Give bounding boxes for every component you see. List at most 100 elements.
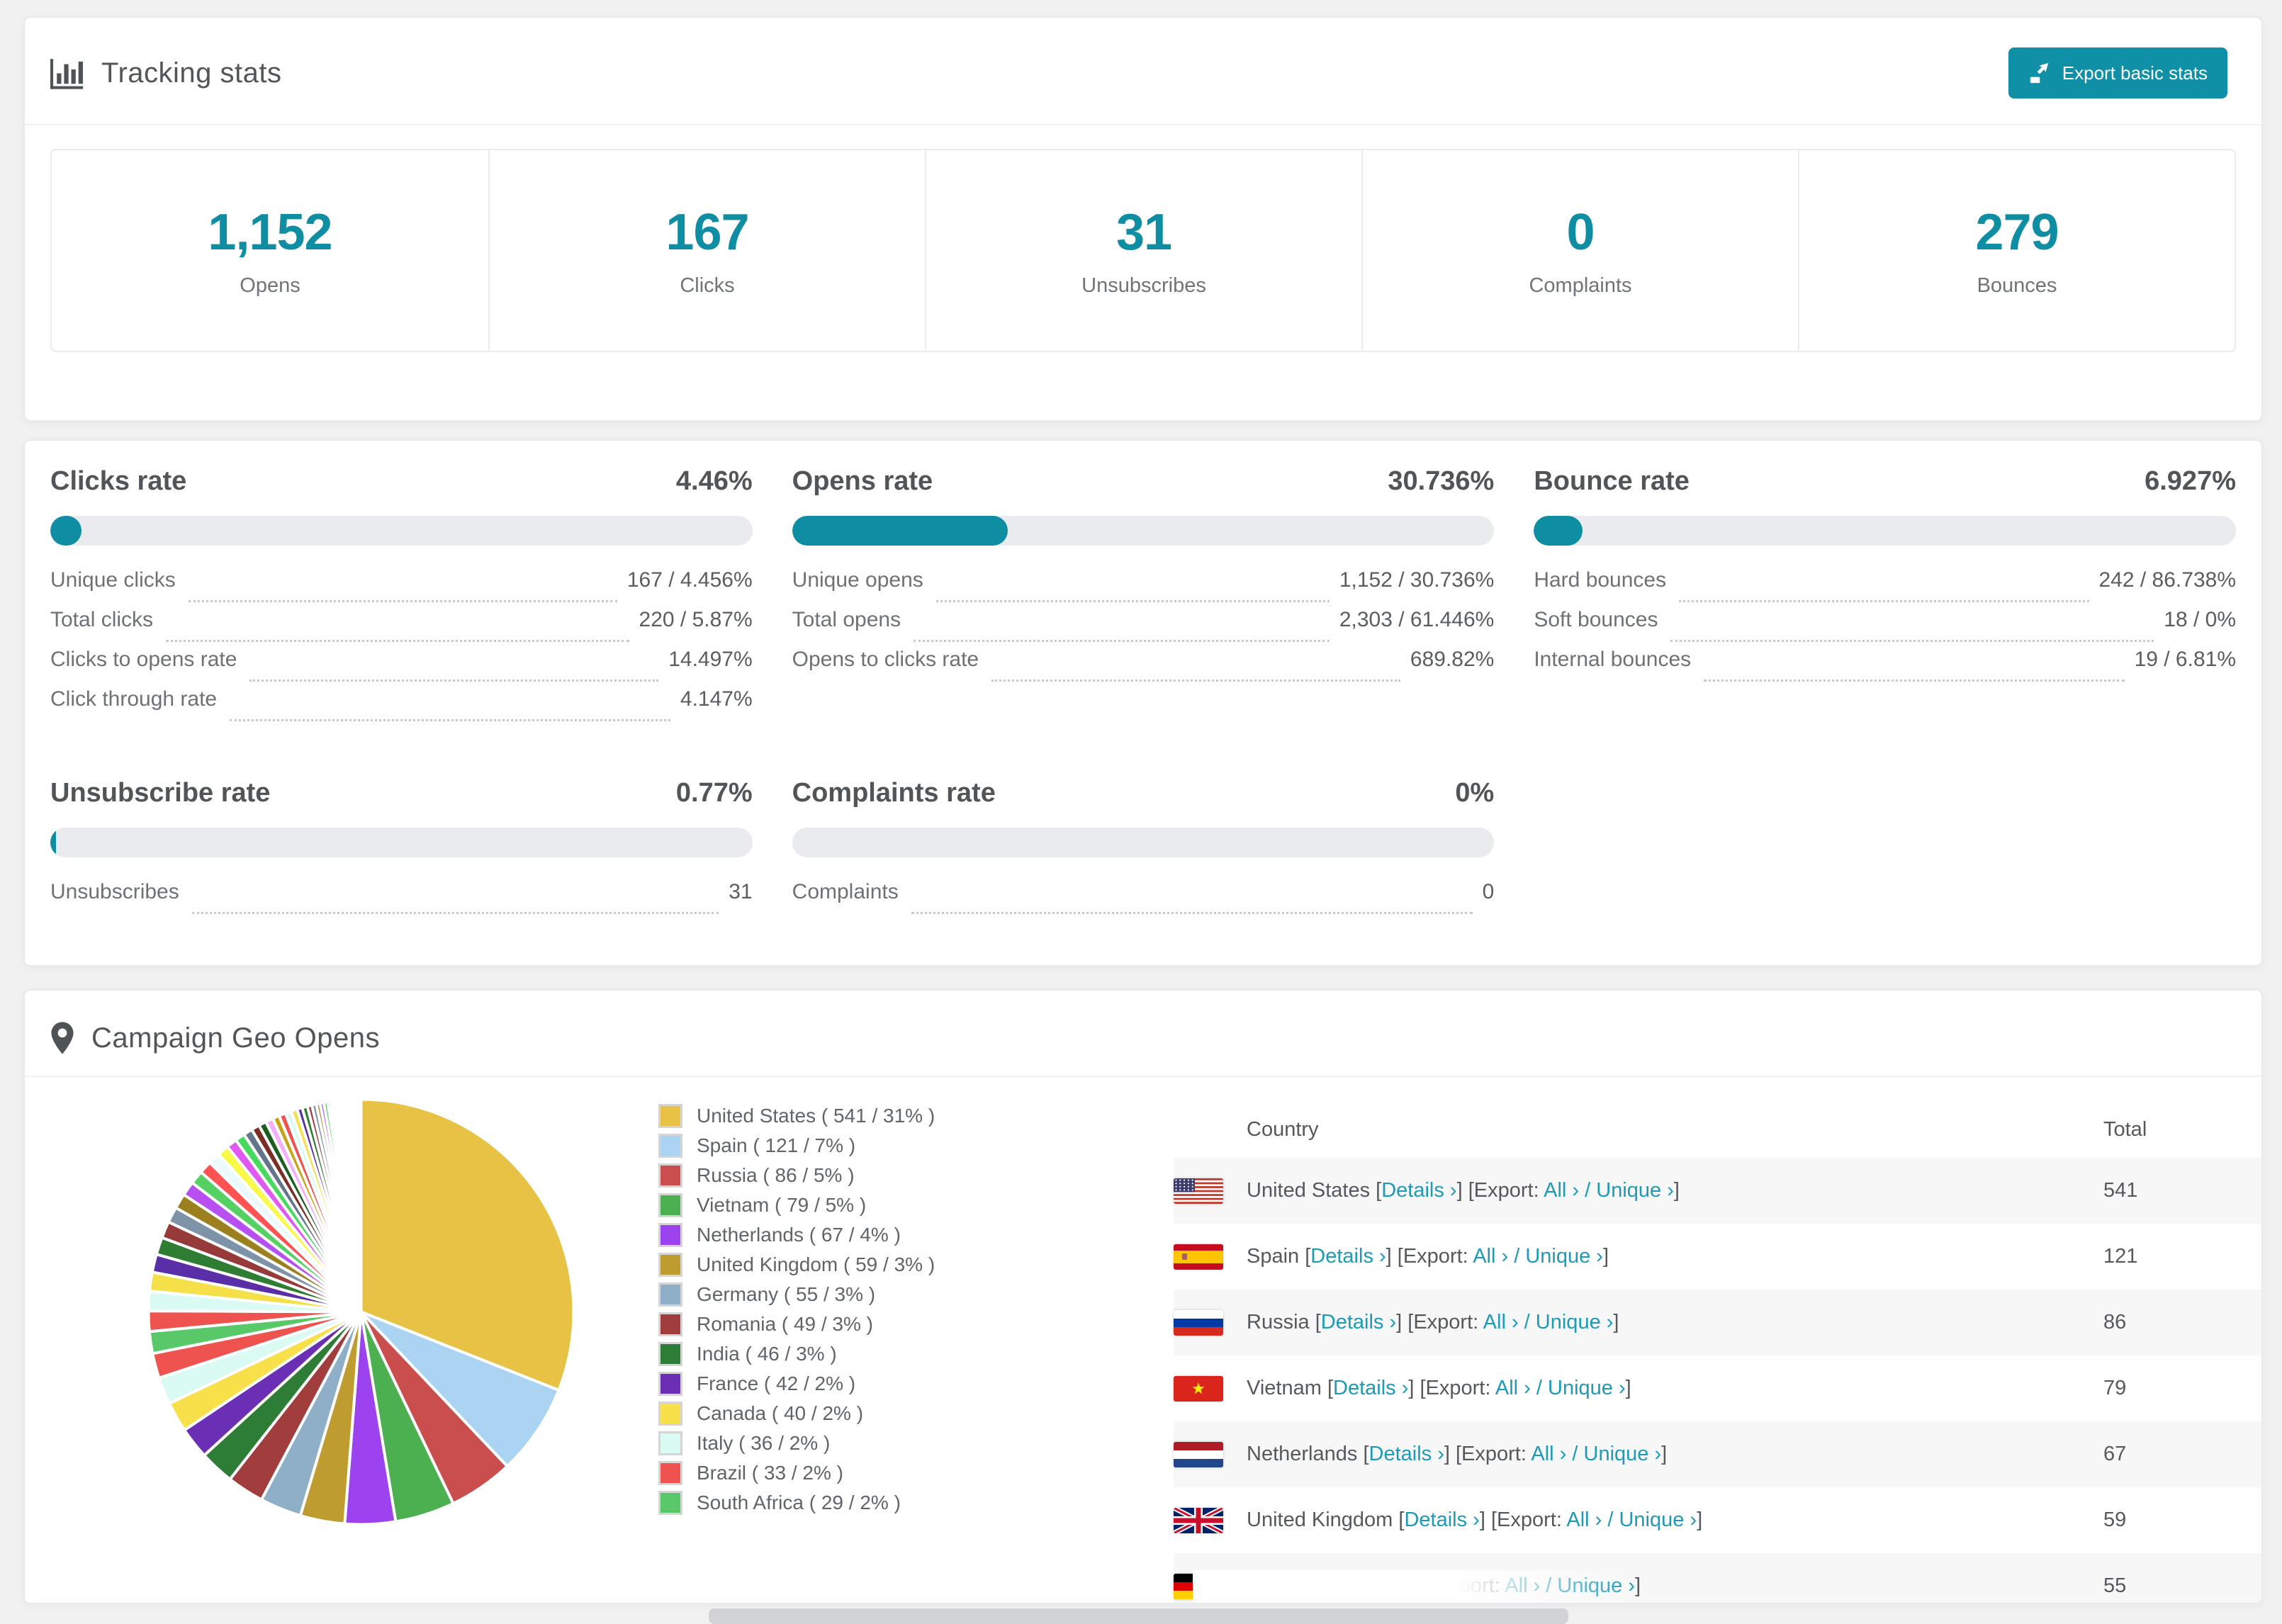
details-link[interactable]: Details › [1333,1377,1408,1399]
metric-row-hard-bounces: Hard bounces 242 / 86.738% [1534,568,2236,608]
details-link[interactable]: Details › [1381,1179,1456,1202]
legend-label: South Africa ( 29 / 2% ) [697,1492,901,1513]
metric-row-total-clicks: Total clicks 220 / 5.87% [50,608,753,648]
legend-item-netherlands[interactable]: Netherlands ( 67 / 4% ) [658,1220,1174,1250]
geo-table-row-germany: Germany [Details ›] [Export: All › / Uni… [1174,1553,2261,1603]
legend-label: Canada ( 40 / 2% ) [697,1402,864,1424]
geo-table-row-netherlands: Netherlands [Details ›] [Export: All › /… [1174,1421,2261,1487]
campaign-geo-opens-card: Campaign Geo Opens United States ( 541 /… [23,989,2263,1604]
metric-value: 4.147% [680,687,753,711]
metric-label: Complaints [792,880,899,903]
legend-label: Vietnam ( 79 / 5% ) [697,1194,867,1216]
rate-head: Opens rate 30.736% [792,466,1495,496]
rate-title: Complaints rate [792,778,996,808]
stat-value: 1,152 [208,204,332,261]
export-unique-link[interactable]: Unique › [1619,1509,1697,1531]
legend-label: Italy ( 36 / 2% ) [697,1432,831,1454]
legend-item-india[interactable]: India ( 46 / 3% ) [658,1339,1174,1369]
rate-head: Bounce rate 6.927% [1534,466,2236,496]
legend-swatch [658,1253,682,1277]
flag-nl-icon [1174,1441,1223,1467]
export-all-link[interactable]: All › [1505,1574,1540,1597]
legend-swatch [658,1282,682,1307]
export-unique-link[interactable]: Unique › [1548,1377,1626,1399]
legend-item-spain[interactable]: Spain ( 121 / 7% ) [658,1131,1174,1161]
legend-item-south-africa[interactable]: South Africa ( 29 / 2% ) [658,1488,1174,1518]
dotted-leader [914,640,1330,642]
legend-label: Russia ( 86 / 5% ) [697,1164,855,1186]
legend-item-canada[interactable]: Canada ( 40 / 2% ) [658,1399,1174,1428]
pie-legend: United States ( 541 / 31% ) Spain ( 121 … [658,1101,1174,1603]
progress-bar-fill [50,516,82,546]
export-button-label: Export basic stats [2062,62,2208,84]
legend-item-italy[interactable]: Italy ( 36 / 2% ) [658,1428,1174,1458]
column-country: Country [1247,1117,1319,1141]
legend-item-united-states[interactable]: United States ( 541 / 31% ) [658,1101,1174,1131]
flag-gb-icon [1174,1507,1223,1533]
metric-row-unique-clicks: Unique clicks 167 / 4.456% [50,568,753,608]
export-all-link[interactable]: All › [1495,1377,1531,1399]
export-all-link[interactable]: All › [1483,1311,1519,1333]
export-unique-link[interactable]: Unique › [1557,1574,1635,1597]
export-all-link[interactable]: All › [1531,1443,1566,1465]
legend-swatch [658,1372,682,1396]
pie-slice-other-country[interactable] [359,1098,363,1314]
rate-head: Clicks rate 4.46% [50,466,753,496]
details-link[interactable]: Details › [1404,1509,1479,1531]
metric-row-unsubscribes: Unsubscribes 31 [50,880,753,920]
export-unique-link[interactable]: Unique › [1525,1245,1603,1268]
country-total: 541 [2103,1179,2138,1202]
legend-item-russia[interactable]: Russia ( 86 / 5% ) [658,1161,1174,1190]
rates-card: Clicks rate 4.46% Unique clicks 167 / 4.… [23,439,2263,966]
metric-value: 0 [1482,880,1495,903]
metric-value: 167 / 4.456% [626,568,753,592]
stat-label: Opens [240,274,300,297]
metric-value: 31 [729,880,753,903]
column-total: Total [2103,1117,2147,1141]
export-unique-link[interactable]: Unique › [1584,1443,1662,1465]
export-all-link[interactable]: All › [1544,1179,1579,1202]
legend-swatch [658,1312,682,1336]
metric-label: Soft bounces [1534,608,1658,631]
export-all-link[interactable]: All › [1473,1245,1508,1268]
stat-box-opens: 1,152 Opens [52,150,488,351]
metric-row-internal-bounces: Internal bounces 19 / 6.81% [1534,648,2236,687]
legend-item-germany[interactable]: Germany ( 55 / 3% ) [658,1280,1174,1309]
dotted-leader [991,680,1400,682]
country-total: 121 [2103,1245,2138,1268]
metric-value: 2,303 / 61.446% [1339,608,1495,631]
metric-label: Click through rate [50,687,218,711]
export-basic-stats-button[interactable]: Export basic stats [2008,47,2227,98]
legend-swatch [658,1402,682,1426]
export-unique-link[interactable]: Unique › [1536,1311,1614,1333]
stat-value: 0 [1566,204,1595,261]
legend-item-vietnam[interactable]: Vietnam ( 79 / 5% ) [658,1190,1174,1220]
country-name: Russia [1247,1311,1310,1333]
geo-pie-chart [143,1094,579,1530]
legend-swatch [658,1104,682,1128]
bottom-scrollbar[interactable] [709,1608,1568,1624]
country-name: United Kingdom [1247,1509,1393,1531]
legend-item-united-kingdom[interactable]: United Kingdom ( 59 / 3% ) [658,1250,1174,1280]
metric-row-unique-opens: Unique opens 1,152 / 30.736% [792,568,1495,608]
stat-value: 167 [665,204,749,261]
metric-label: Total clicks [50,608,154,631]
details-link[interactable]: Details › [1369,1443,1444,1465]
details-link[interactable]: Details › [1310,1245,1386,1268]
legend-item-france[interactable]: France ( 42 / 2% ) [658,1369,1174,1399]
details-link[interactable]: Details › [1321,1311,1396,1333]
legend-item-romania[interactable]: Romania ( 49 / 3% ) [658,1309,1174,1339]
export-all-link[interactable]: All › [1566,1509,1602,1531]
details-link[interactable]: Details › [1342,1574,1417,1597]
geo-header: Campaign Geo Opens [25,991,2261,1077]
export-unique-link[interactable]: Unique › [1596,1179,1674,1202]
metric-row-total-opens: Total opens 2,303 / 61.446% [792,608,1495,648]
metric-value: 1,152 / 30.736% [1339,568,1495,592]
tracking-stats-header: Tracking stats Export basic stats [25,18,2261,125]
country-name: United States [1247,1179,1371,1202]
legend-item-brazil[interactable]: Brazil ( 33 / 2% ) [658,1458,1174,1488]
geo-table-row-russia: Russia [Details ›] [Export: All › / Uniq… [1174,1290,2261,1355]
legend-label: Spain ( 121 / 7% ) [697,1134,856,1156]
geo-table-row-united-states: United States [Details ›] [Export: All ›… [1174,1158,2261,1224]
dotted-leader [935,600,1330,602]
